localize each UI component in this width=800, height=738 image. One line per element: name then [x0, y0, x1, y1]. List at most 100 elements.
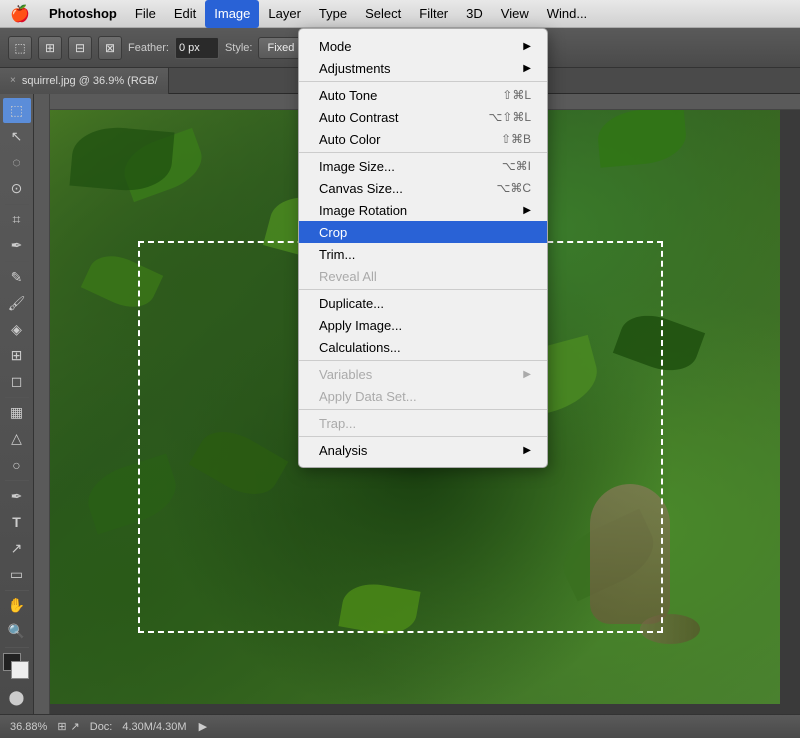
- auto-tone-label: Auto Tone: [319, 88, 377, 103]
- calculations-label: Calculations...: [319, 340, 401, 355]
- tool-separator-2: [5, 261, 29, 262]
- menu-section-5: Variables ▶ Apply Data Set...: [299, 361, 547, 410]
- menu-select[interactable]: Select: [356, 0, 410, 28]
- intersect-selection-btn[interactable]: ⊠: [98, 36, 122, 60]
- app-name[interactable]: Photoshop: [40, 0, 126, 28]
- crop-tool-btn[interactable]: ⌗: [3, 207, 31, 232]
- hand-tool-btn[interactable]: ✋: [3, 594, 31, 619]
- status-icon-2[interactable]: ↗: [71, 720, 80, 733]
- menu-item-analysis[interactable]: Analysis ▶: [299, 439, 547, 461]
- menu-3d[interactable]: 3D: [457, 0, 492, 28]
- quick-mask-btn[interactable]: ⬤: [3, 685, 31, 710]
- gradient-tool-btn[interactable]: ▦: [3, 400, 31, 425]
- type-tool-btn[interactable]: T: [3, 510, 31, 535]
- blur-tool-btn[interactable]: △: [3, 426, 31, 451]
- menu-view[interactable]: View: [492, 0, 538, 28]
- analysis-arrow: ▶: [523, 445, 531, 456]
- apply-data-set-label: Apply Data Set...: [319, 389, 417, 404]
- menu-item-image-size[interactable]: Image Size... ⌥⌘I: [299, 155, 547, 177]
- clone-tool-btn[interactable]: ◈: [3, 317, 31, 342]
- image-size-shortcut: ⌥⌘I: [502, 159, 531, 173]
- menu-item-adjustments[interactable]: Adjustments ▶: [299, 57, 547, 79]
- analysis-label: Analysis: [319, 443, 367, 458]
- move-tool-btn[interactable]: ↖: [3, 124, 31, 149]
- add-selection-btn[interactable]: ⊞: [38, 36, 62, 60]
- apple-menu[interactable]: 🍎: [0, 4, 40, 24]
- dodge-tool-btn[interactable]: ○: [3, 452, 31, 477]
- marquee-tool-btn[interactable]: ⬚: [3, 98, 31, 123]
- menu-window[interactable]: Wind...: [538, 0, 596, 28]
- menu-item-reveal-all: Reveal All: [299, 265, 547, 287]
- menu-section-1: Mode ▶ Adjustments ▶: [299, 33, 547, 82]
- auto-contrast-label: Auto Contrast: [319, 110, 399, 125]
- menu-edit[interactable]: Edit: [165, 0, 205, 28]
- menu-item-variables: Variables ▶: [299, 363, 547, 385]
- canvas-size-shortcut: ⌥⌘C: [497, 181, 532, 195]
- menu-section-4: Duplicate... Apply Image... Calculations…: [299, 290, 547, 361]
- quick-select-tool-btn[interactable]: ⊙: [3, 176, 31, 201]
- reveal-all-label: Reveal All: [319, 269, 377, 284]
- lasso-tool-btn[interactable]: ◌: [3, 150, 31, 175]
- menu-item-crop[interactable]: Crop: [299, 221, 547, 243]
- menu-image[interactable]: Image: [205, 0, 259, 28]
- zoom-tool-btn[interactable]: 🔍: [3, 619, 31, 644]
- status-icon-1[interactable]: ⊞: [57, 720, 66, 733]
- foreground-color-swatch[interactable]: [3, 653, 31, 680]
- duplicate-label: Duplicate...: [319, 296, 384, 311]
- menu-item-apply-image[interactable]: Apply Image...: [299, 314, 547, 336]
- menu-item-calculations[interactable]: Calculations...: [299, 336, 547, 358]
- menu-layer[interactable]: Layer: [259, 0, 310, 28]
- menu-item-mode[interactable]: Mode ▶: [299, 35, 547, 57]
- canvas-size-label: Canvas Size...: [319, 181, 403, 196]
- menu-item-auto-contrast[interactable]: Auto Contrast ⌥⇧⌘L: [299, 106, 547, 128]
- menu-item-trap: Trap...: [299, 412, 547, 434]
- eyedropper-tool-btn[interactable]: ✒: [3, 233, 31, 258]
- menu-type[interactable]: Type: [310, 0, 356, 28]
- subtract-selection-btn[interactable]: ⊟: [68, 36, 92, 60]
- menu-file[interactable]: File: [126, 0, 165, 28]
- zoom-level: 36.88%: [10, 721, 47, 733]
- trap-label: Trap...: [319, 416, 356, 431]
- doc-size: 4.30M/4.30M: [122, 721, 186, 733]
- document-filename: squirrel.jpg @ 36.9% (RGB/: [22, 75, 158, 87]
- eraser-tool-btn[interactable]: ◻: [3, 369, 31, 394]
- menu-item-auto-color[interactable]: Auto Color ⇧⌘B: [299, 128, 547, 150]
- more-arrow[interactable]: ▶: [199, 720, 207, 733]
- menu-item-canvas-size[interactable]: Canvas Size... ⌥⌘C: [299, 177, 547, 199]
- feather-input[interactable]: [175, 37, 219, 59]
- variables-arrow: ▶: [523, 369, 531, 380]
- tool-separator-6: [5, 647, 29, 648]
- path-select-btn[interactable]: ↗: [3, 536, 31, 561]
- crop-label: Crop: [319, 225, 347, 240]
- shape-tool-btn[interactable]: ▭: [3, 562, 31, 587]
- pen-tool-btn[interactable]: ✒: [3, 484, 31, 509]
- menu-item-auto-tone[interactable]: Auto Tone ⇧⌘L: [299, 84, 547, 106]
- menu-item-image-rotation[interactable]: Image Rotation ▶: [299, 199, 547, 221]
- document-tab[interactable]: × squirrel.jpg @ 36.9% (RGB/: [0, 68, 169, 94]
- auto-contrast-shortcut: ⌥⇧⌘L: [488, 110, 531, 124]
- toolbox: ⬚ ↖ ◌ ⊙ ⌗ ✒ ✎ 🖌 ◈ ⊞ ◻ ▦ △ ○ ✒ T ↗ ▭ ✋ 🔍 …: [0, 94, 34, 714]
- history-btn[interactable]: ⊞: [3, 343, 31, 368]
- status-bar: 36.88% ⊞ ↗ Doc: 4.30M/4.30M ▶: [0, 714, 800, 738]
- image-rotation-arrow: ▶: [523, 205, 531, 216]
- tool-separator-4: [5, 480, 29, 481]
- auto-color-shortcut: ⇧⌘B: [501, 132, 531, 146]
- image-rotation-label: Image Rotation: [319, 203, 407, 218]
- menu-item-trim[interactable]: Trim...: [299, 243, 547, 265]
- menu-section-7: Analysis ▶: [299, 437, 547, 463]
- mode-submenu-arrow: ▶: [523, 41, 531, 52]
- adjustments-submenu-arrow: ▶: [523, 63, 531, 74]
- style-label: Style:: [225, 42, 253, 54]
- menu-item-duplicate[interactable]: Duplicate...: [299, 292, 547, 314]
- new-selection-btn[interactable]: ⬚: [8, 36, 32, 60]
- brush-tool-btn[interactable]: 🖌: [3, 291, 31, 316]
- tool-separator-1: [5, 204, 29, 205]
- close-tab-icon[interactable]: ×: [10, 75, 16, 86]
- menu-section-2: Auto Tone ⇧⌘L Auto Contrast ⌥⇧⌘L Auto Co…: [299, 82, 547, 153]
- auto-color-label: Auto Color: [319, 132, 380, 147]
- heal-tool-btn[interactable]: ✎: [3, 265, 31, 290]
- image-size-label: Image Size...: [319, 159, 395, 174]
- menu-section-6: Trap...: [299, 410, 547, 437]
- tool-separator-3: [5, 397, 29, 398]
- menu-filter[interactable]: Filter: [410, 0, 457, 28]
